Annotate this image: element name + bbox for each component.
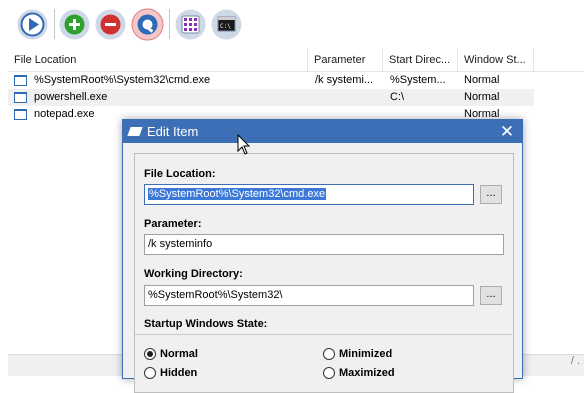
list-item[interactable]: powershell.exe C:\ Normal — [8, 89, 534, 106]
run-icon — [17, 9, 48, 40]
cell-file-location: %SystemRoot%\System32\cmd.exe — [34, 74, 211, 86]
remove-item-button[interactable] — [94, 8, 127, 41]
file-location-input[interactable]: %SystemRoot%\System32\cmd.exe — [144, 184, 474, 205]
column-header-file-location[interactable]: File Location — [8, 48, 308, 72]
browse-directory-button[interactable]: ... — [480, 286, 502, 305]
cell-parameter — [315, 89, 381, 106]
toolbar: C:\ — [0, 0, 584, 48]
toolbar-separator — [169, 9, 170, 39]
parameter-input[interactable]: /k systeminfo — [144, 234, 504, 255]
radio-normal-indicator — [144, 348, 156, 360]
list-item[interactable]: %SystemRoot%\System32\cmd.exe /k systemi… — [8, 72, 534, 89]
cell-start-directory: %System... — [390, 74, 446, 86]
browse-file-button[interactable]: ... — [480, 185, 502, 204]
radio-maximized-label: Maximized — [339, 367, 395, 379]
column-header-parameter[interactable]: Parameter — [308, 48, 383, 72]
radio-minimized-label: Minimized — [339, 348, 393, 360]
startup-divider — [135, 334, 512, 335]
window-icon — [14, 109, 27, 120]
remove-icon — [95, 9, 126, 40]
column-header-start-directory[interactable]: Start Direc... — [383, 48, 458, 72]
list-header: File Location Parameter Start Direc... W… — [8, 48, 584, 72]
cell-window-state: Normal — [464, 74, 500, 86]
column-header-window-state[interactable]: Window St... — [458, 48, 534, 72]
working-directory-label: Working Directory: — [144, 268, 243, 280]
parameter-label: Parameter: — [144, 218, 202, 230]
file-location-value: %SystemRoot%\System32\cmd.exe — [148, 188, 327, 200]
grid-button[interactable] — [174, 8, 207, 41]
close-button[interactable]: ✕ — [492, 120, 522, 143]
window-icon — [14, 92, 27, 103]
dialog-app-icon — [127, 127, 143, 136]
radio-maximized-indicator — [323, 367, 335, 379]
startup-state-label: Startup Windows State: — [144, 318, 268, 330]
window-icon — [14, 75, 27, 86]
working-directory-input[interactable]: %SystemRoot%\System32\ — [144, 285, 474, 306]
cell-file-location: powershell.exe — [34, 91, 108, 103]
radio-normal-label: Normal — [160, 348, 198, 360]
toolbar-separator — [54, 9, 55, 39]
status-text: / . — [570, 355, 580, 367]
radio-hidden-label: Hidden — [160, 367, 198, 379]
file-location-label: File Location: — [144, 168, 216, 180]
cell-parameter: /k systemi... — [315, 74, 374, 86]
cell-window-state: Normal — [464, 91, 500, 103]
edit-item-dialog: Edit Item ✕ File Location: %SystemRoot%\… — [122, 119, 523, 393]
console-button[interactable]: C:\ — [210, 8, 243, 41]
mouse-cursor-icon — [237, 134, 251, 155]
radio-hidden-indicator — [144, 367, 156, 379]
cell-start-directory: C:\ — [390, 91, 405, 103]
svg-text:C:\: C:\ — [220, 23, 231, 30]
edit-item-button[interactable] — [131, 8, 164, 41]
edit-icon — [131, 8, 164, 41]
dialog-titlebar[interactable]: Edit Item ✕ — [123, 120, 522, 143]
dialog-title: Edit Item — [147, 124, 199, 139]
add-item-button[interactable] — [58, 8, 91, 41]
console-icon: C:\ — [211, 9, 242, 40]
run-button[interactable] — [16, 8, 49, 41]
add-icon — [59, 9, 90, 40]
grid-icon — [175, 9, 206, 40]
radio-minimized-indicator — [323, 348, 335, 360]
